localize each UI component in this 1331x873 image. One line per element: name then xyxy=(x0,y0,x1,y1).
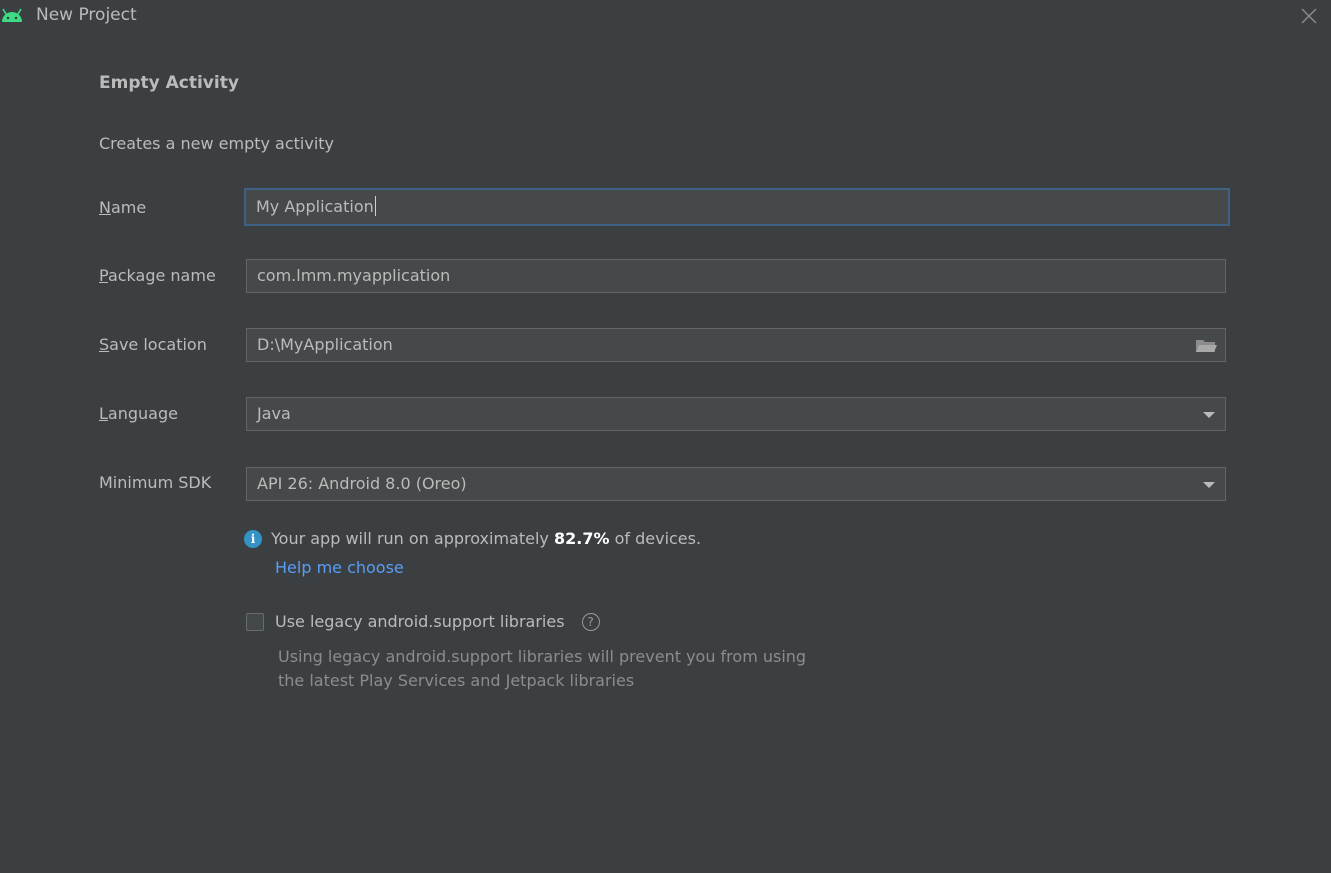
activity-description: Creates a new empty activity xyxy=(99,134,335,153)
coverage-prefix: Your app will run on approximately xyxy=(271,529,554,548)
question-mark-icon[interactable]: ? xyxy=(581,612,600,631)
package-name-value: com.lmm.myapplication xyxy=(257,266,451,285)
minimum-sdk-label: Minimum SDK xyxy=(99,473,212,492)
package-name-label: Package name xyxy=(99,266,216,285)
name-value: My Application xyxy=(256,197,374,216)
coverage-percent: 82.7% xyxy=(553,529,610,548)
info-icon: i xyxy=(244,529,262,548)
title-bar: New Project xyxy=(0,0,1331,32)
minimum-sdk-select[interactable]: API 26: Android 8.0 (Oreo) xyxy=(246,467,1226,501)
legacy-note-line-1: Using legacy android.support libraries w… xyxy=(278,647,807,666)
minimum-sdk-value: API 26: Android 8.0 (Oreo) xyxy=(257,474,467,493)
package-name-input[interactable]: com.lmm.myapplication xyxy=(246,259,1226,293)
legacy-support-note: Using legacy android.support libraries w… xyxy=(278,645,806,693)
language-select[interactable]: Java xyxy=(246,397,1226,431)
chevron-down-icon xyxy=(1203,412,1215,418)
device-coverage-info: i Your app will run on approximately 82.… xyxy=(244,529,701,548)
coverage-suffix: of devices. xyxy=(609,529,702,548)
close-icon[interactable] xyxy=(1297,4,1321,28)
text-caret xyxy=(374,196,376,216)
folder-icon[interactable] xyxy=(1195,338,1217,354)
activity-heading: Empty Activity xyxy=(99,73,239,93)
language-value: Java xyxy=(257,404,291,423)
legacy-support-label[interactable]: Use legacy android.support libraries xyxy=(275,612,565,631)
window-title: New Project xyxy=(36,5,137,25)
name-label: Name xyxy=(99,198,147,217)
legacy-support-checkbox[interactable] xyxy=(246,612,264,631)
help-me-choose-link[interactable]: Help me choose xyxy=(275,558,404,577)
language-label: Language xyxy=(99,404,178,423)
legacy-support-option: Use legacy android.support libraries ? xyxy=(246,612,600,631)
legacy-note-line-2: the latest Play Services and Jetpack lib… xyxy=(278,671,635,690)
save-location-label: Save location xyxy=(99,335,207,354)
android-icon xyxy=(2,8,22,22)
name-input[interactable]: My Application xyxy=(244,188,1230,226)
chevron-down-icon xyxy=(1203,482,1215,488)
save-location-value: D:\MyApplication xyxy=(257,335,393,354)
save-location-input[interactable]: D:\MyApplication xyxy=(246,328,1226,362)
